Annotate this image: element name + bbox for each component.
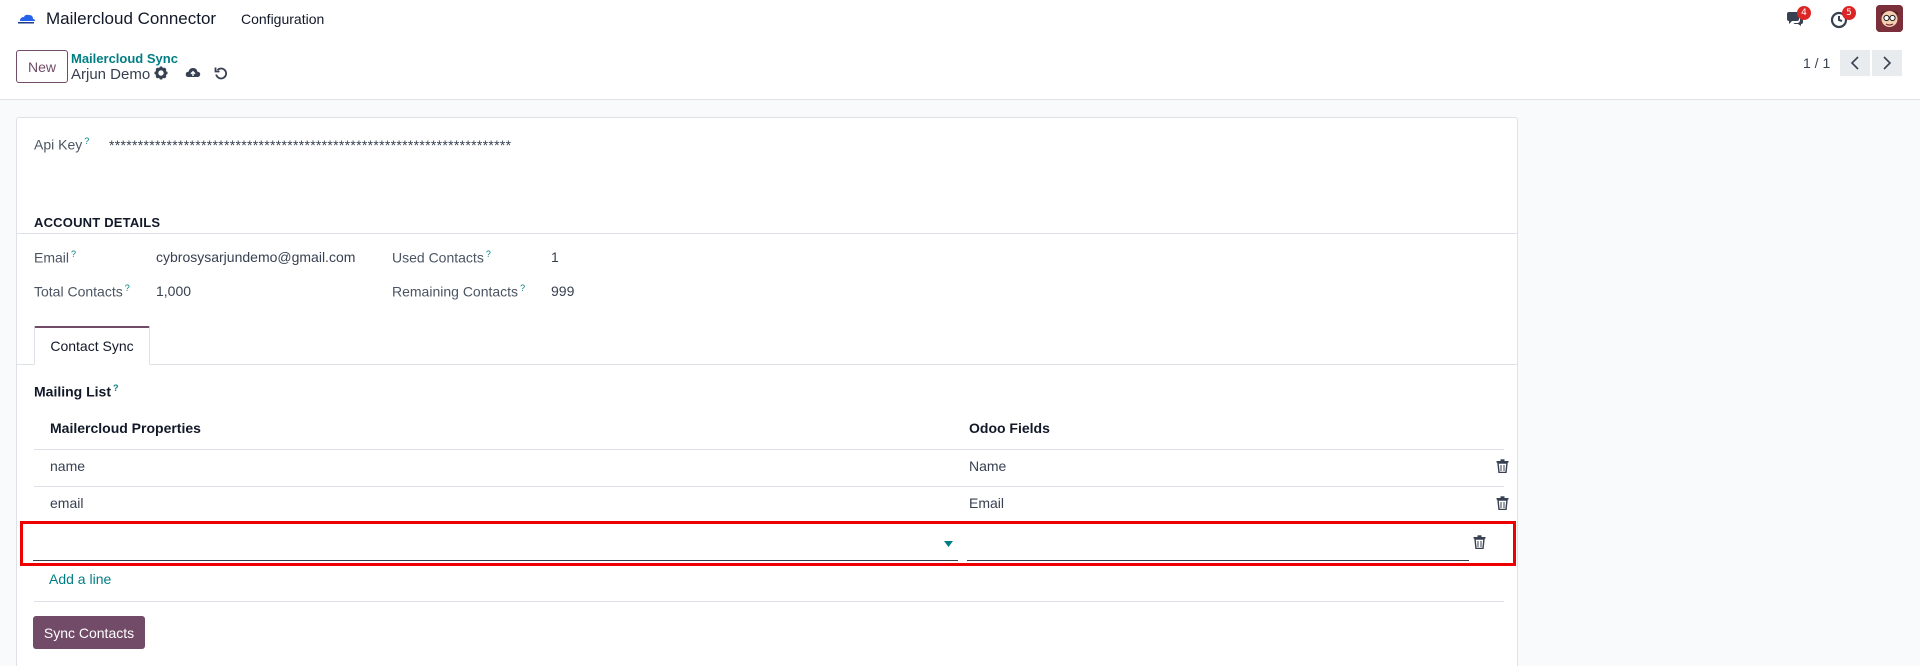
chevron-right-icon: [1883, 56, 1892, 70]
row-divider: [34, 486, 1504, 487]
used-contacts-help-icon[interactable]: ?: [486, 249, 491, 259]
app-title[interactable]: Mailercloud Connector: [46, 9, 216, 29]
add-a-line-link[interactable]: Add a line: [49, 571, 111, 587]
row-divider: [34, 449, 1504, 450]
chevron-left-icon: [1850, 56, 1859, 70]
column-header-odoo-fields[interactable]: Odoo Fields: [969, 420, 1050, 436]
breadcrumb-parent[interactable]: Mailercloud Sync: [71, 51, 178, 66]
field-input-underline: [967, 560, 1469, 561]
email-help-icon[interactable]: ?: [71, 249, 76, 259]
discard-undo-icon[interactable]: [213, 65, 229, 81]
row-2-field[interactable]: Email: [969, 495, 1004, 511]
gear-icon[interactable]: [153, 65, 169, 81]
table-bottom-divider: [34, 601, 1504, 602]
row-1-field[interactable]: Name: [969, 458, 1006, 474]
mailing-list-help-icon[interactable]: ?: [113, 383, 119, 393]
messages-count-badge: 4: [1797, 6, 1811, 20]
total-contacts-value: 1,000: [156, 283, 192, 299]
form-sheet: Api Key? *******************************…: [16, 117, 1518, 666]
control-panel: New Mailercloud Sync Arjun Demo 1 / 1: [0, 38, 1920, 100]
trash-icon[interactable]: [1473, 535, 1486, 549]
total-contacts-help-icon[interactable]: ?: [125, 283, 130, 293]
cloud-upload-icon[interactable]: [185, 65, 201, 81]
remaining-contacts-label: Remaining Contacts?: [392, 283, 526, 300]
row-1-property[interactable]: name: [50, 458, 85, 474]
account-details-title: ACCOUNT DETAILS: [34, 215, 161, 230]
new-button[interactable]: New: [16, 50, 68, 83]
dropdown-caret-icon[interactable]: [944, 541, 953, 547]
menu-configuration[interactable]: Configuration: [241, 11, 324, 27]
messages-button[interactable]: 4: [1785, 6, 1811, 29]
remaining-contacts-help-icon[interactable]: ?: [520, 283, 525, 293]
mailing-list-label: Mailing List?: [34, 383, 119, 400]
api-key-value[interactable]: ****************************************…: [109, 137, 511, 153]
used-contacts-value: 1: [551, 249, 559, 265]
pager-next-button[interactable]: [1872, 50, 1902, 76]
remaining-contacts-value: 999: [551, 283, 575, 299]
tab-contact-sync[interactable]: Contact Sync: [34, 326, 150, 365]
new-line-field-input[interactable]: [967, 527, 1469, 561]
sync-contacts-button[interactable]: Sync Contacts: [33, 616, 145, 649]
new-line-property-select[interactable]: [33, 527, 958, 561]
top-navbar: Mailercloud Connector Configuration 4 5: [0, 0, 1920, 38]
trash-icon[interactable]: [1496, 459, 1509, 473]
activities-count-badge: 5: [1842, 6, 1856, 20]
trash-icon[interactable]: [1496, 496, 1509, 510]
property-select-underline: [33, 560, 958, 561]
email-value: cybrosysarjundemo@gmail.com: [156, 249, 356, 265]
pager-previous-button[interactable]: [1840, 50, 1870, 76]
used-contacts-label: Used Contacts?: [392, 249, 491, 266]
user-avatar-icon: [1876, 5, 1903, 32]
tabs-divider: [17, 364, 1517, 365]
pager-value[interactable]: 1 / 1: [1803, 55, 1830, 71]
api-key-label: Api Key?: [34, 136, 90, 153]
column-header-mailercloud-properties[interactable]: Mailercloud Properties: [50, 420, 201, 436]
mailercloud-logo-icon[interactable]: [16, 12, 36, 24]
row-2-property[interactable]: email: [50, 495, 83, 511]
user-avatar[interactable]: [1876, 5, 1903, 32]
breadcrumb-current: Arjun Demo: [71, 66, 151, 83]
section-divider: [17, 233, 1517, 234]
email-label: Email?: [34, 249, 77, 266]
total-contacts-label: Total Contacts?: [34, 283, 130, 300]
api-key-help-icon[interactable]: ?: [84, 136, 89, 146]
activities-button[interactable]: 5: [1830, 6, 1856, 29]
